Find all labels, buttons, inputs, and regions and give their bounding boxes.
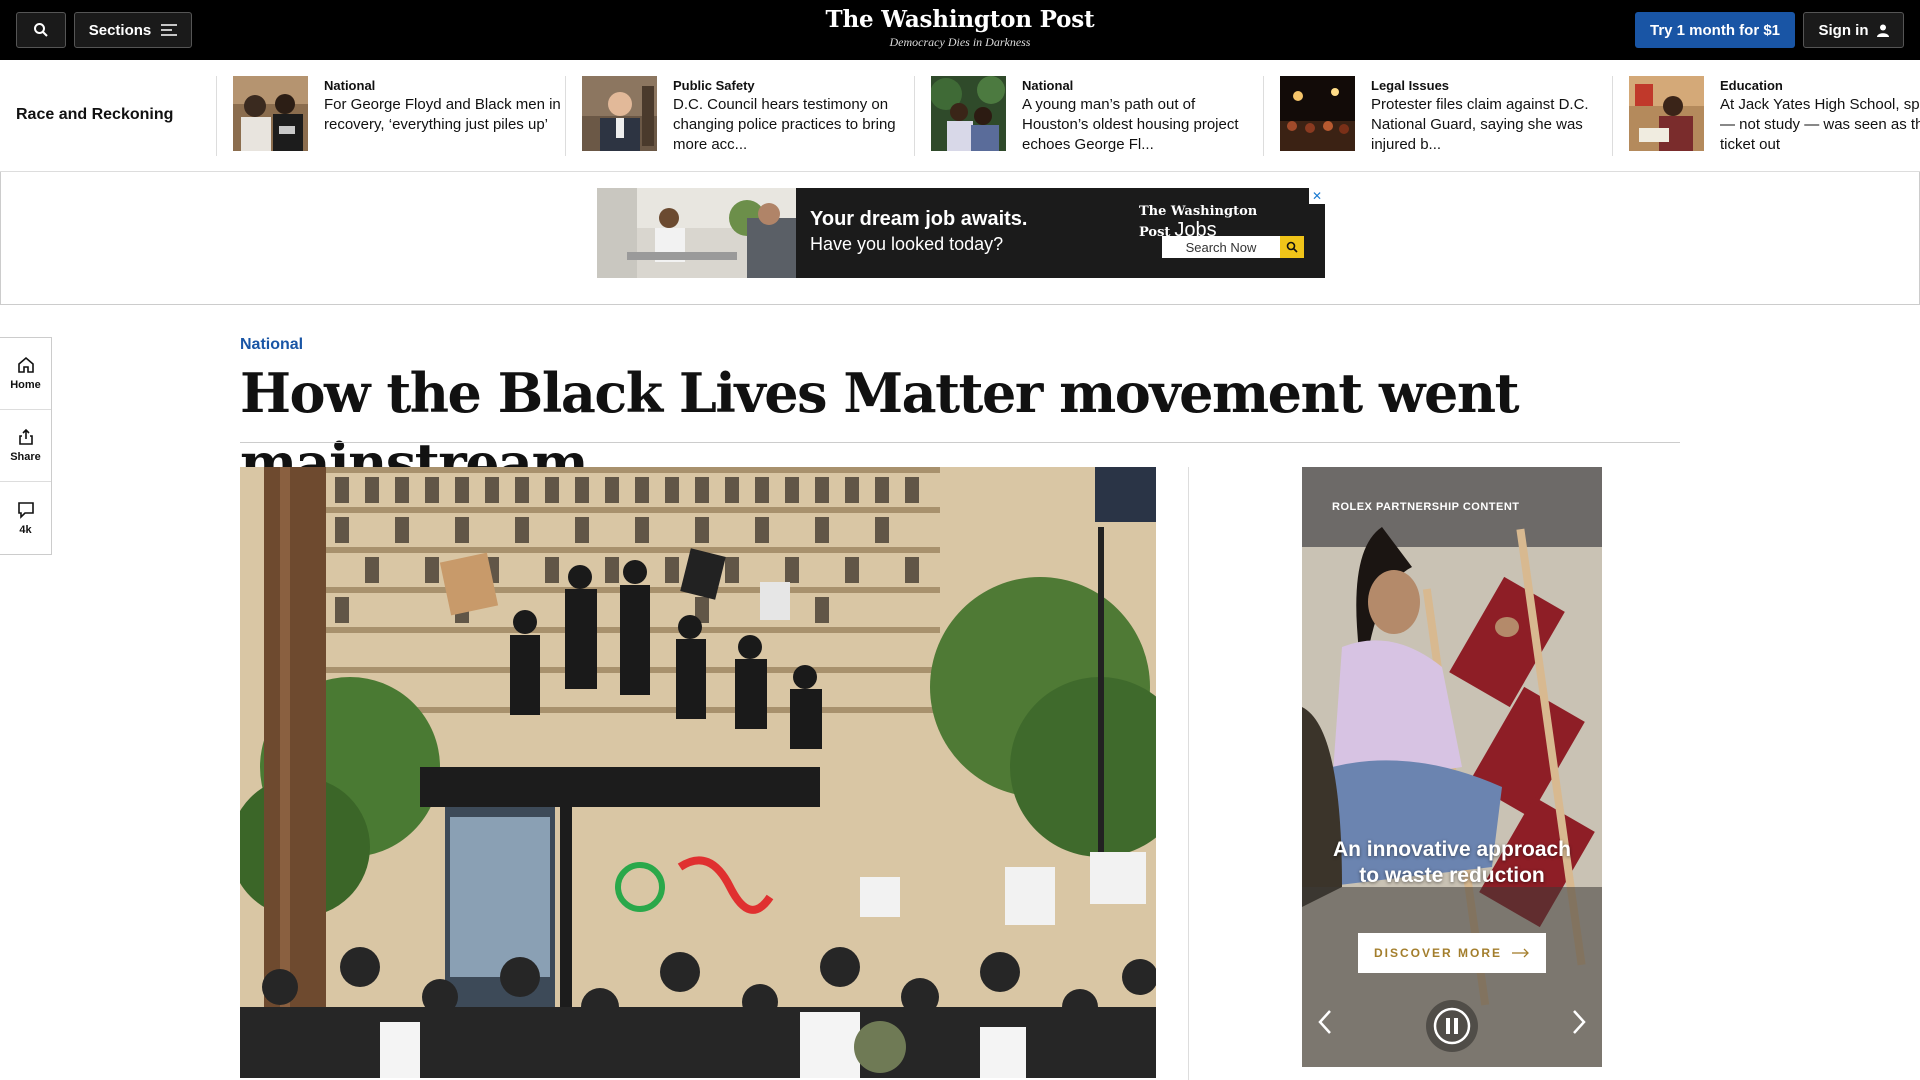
ad-search-button[interactable]: Search Now bbox=[1162, 236, 1280, 258]
home-button[interactable]: Home bbox=[0, 338, 51, 410]
magnifier-icon bbox=[1286, 241, 1298, 253]
story-thumbnail bbox=[1629, 76, 1704, 151]
sign-in-button[interactable]: Sign in bbox=[1803, 12, 1904, 48]
strip-title[interactable]: Race and Reckoning bbox=[16, 106, 173, 124]
share-icon bbox=[18, 428, 33, 445]
left-action-rail: Home Share 4k bbox=[0, 337, 52, 555]
ad-close-icon[interactable]: ✕ bbox=[1309, 188, 1325, 204]
ad-headline: Your dream job awaits. bbox=[810, 208, 1028, 230]
story-headline: At Jack Yates High School, sports — not … bbox=[1720, 96, 1920, 153]
story-headline: D.C. Council hears testimony on changing… bbox=[673, 96, 896, 153]
ad-label: ROLEX PARTNERSHIP CONTENT bbox=[1332, 501, 1520, 513]
ad-photo bbox=[1302, 467, 1602, 1067]
hero-photo bbox=[240, 467, 1156, 1078]
comments-button[interactable]: 4k bbox=[0, 482, 51, 554]
ad-message: An innovative approach to waste reductio… bbox=[1332, 838, 1572, 887]
carousel-pause-button[interactable] bbox=[1426, 1000, 1478, 1052]
user-icon bbox=[1876, 24, 1889, 37]
story-kicker: Legal Issues bbox=[1371, 78, 1450, 93]
story-kicker: National bbox=[1022, 78, 1074, 93]
jobs-ad-banner[interactable]: Your dream job awaits. Have you looked t… bbox=[597, 188, 1325, 278]
comment-icon bbox=[17, 501, 34, 519]
ad-subheadline: Have you looked today? bbox=[810, 234, 1004, 254]
strip-story[interactable]: Legal Issues Protester files claim again… bbox=[1263, 76, 1612, 156]
site-logo[interactable]: The Washington Post Democracy Dies in Da… bbox=[760, 6, 1160, 50]
sign-in-label: Sign in bbox=[1818, 21, 1869, 39]
discover-more-button[interactable]: DISCOVER MORE bbox=[1358, 933, 1546, 973]
cta-label: DISCOVER MORE bbox=[1373, 946, 1502, 960]
top-ad-band: Your dream job awaits. Have you looked t… bbox=[0, 172, 1920, 305]
story-kicker: Education bbox=[1720, 78, 1783, 93]
headline-divider bbox=[240, 442, 1680, 443]
story-thumbnail bbox=[931, 76, 1006, 151]
story-headline: A young man’s path out of Houston’s olde… bbox=[1022, 96, 1239, 153]
article-kicker[interactable]: National bbox=[240, 336, 303, 354]
rolex-sidebar-ad[interactable]: ROLEX PARTNERSHIP CONTENT An innovative … bbox=[1302, 467, 1602, 1067]
search-icon bbox=[34, 23, 48, 37]
sections-label: Sections bbox=[88, 21, 152, 39]
subscribe-button[interactable]: Try 1 month for $1 bbox=[1635, 12, 1795, 48]
carousel-next-button[interactable] bbox=[1564, 1007, 1594, 1037]
column-divider bbox=[1188, 467, 1189, 1080]
menu-icon bbox=[161, 24, 178, 36]
comment-count: 4k bbox=[19, 523, 32, 536]
chevron-left-icon bbox=[1318, 1010, 1331, 1034]
story-headline: For George Floyd and Black men in recove… bbox=[324, 96, 561, 133]
share-label: Share bbox=[10, 451, 41, 463]
share-button[interactable]: Share bbox=[0, 410, 51, 482]
carousel-prev-button[interactable] bbox=[1310, 1007, 1340, 1037]
strip-story[interactable]: Public Safety D.C. Council hears testimo… bbox=[565, 76, 914, 156]
arrow-right-icon bbox=[1512, 948, 1529, 958]
chevron-right-icon bbox=[1573, 1010, 1586, 1034]
story-thumbnail bbox=[1280, 76, 1355, 151]
pause-icon bbox=[1433, 1007, 1471, 1045]
strip-story[interactable]: National For George Floyd and Black men … bbox=[216, 76, 565, 156]
story-headline: Protester files claim against D.C. Natio… bbox=[1371, 96, 1589, 153]
home-icon bbox=[17, 356, 34, 373]
brand-tagline: Democracy Dies in Darkness bbox=[889, 35, 1031, 49]
story-kicker: Public Safety bbox=[673, 78, 755, 93]
ad-search-icon[interactable] bbox=[1280, 236, 1304, 258]
sections-button[interactable]: Sections bbox=[74, 12, 192, 48]
strip-story[interactable]: National A young man’s path out of Houst… bbox=[914, 76, 1263, 156]
ad-photo bbox=[597, 188, 796, 278]
story-kicker: National bbox=[324, 78, 376, 93]
brand-name: The Washington Post bbox=[825, 6, 1095, 33]
strip-story[interactable]: Education At Jack Yates High School, spo… bbox=[1612, 76, 1920, 156]
story-thumbnail bbox=[582, 76, 657, 151]
top-navigation-bar: Sections The Washington Post Democracy D… bbox=[0, 0, 1920, 60]
story-thumbnail bbox=[233, 76, 308, 151]
home-label: Home bbox=[10, 379, 41, 391]
search-button[interactable] bbox=[16, 12, 66, 48]
race-and-reckoning-strip: Race and Reckoning National For George F… bbox=[0, 60, 1920, 172]
